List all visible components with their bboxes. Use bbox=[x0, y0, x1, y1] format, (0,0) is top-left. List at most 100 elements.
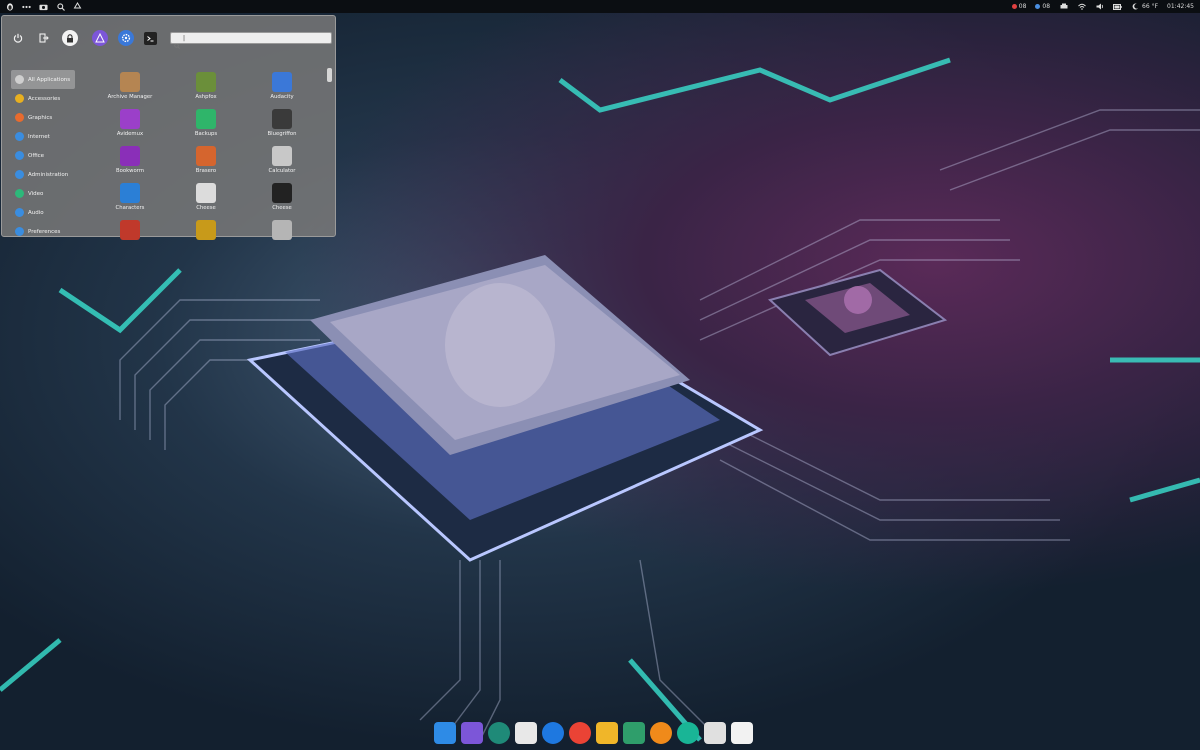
app-store-icon[interactable] bbox=[92, 30, 108, 46]
files-icon[interactable] bbox=[434, 722, 456, 744]
app-launcher[interactable]: Bookworm bbox=[92, 146, 168, 183]
weather-text: 66 °F bbox=[1142, 3, 1159, 10]
network-icon[interactable] bbox=[1077, 2, 1086, 11]
screenshot-icon[interactable] bbox=[39, 2, 48, 11]
category-label: Audio bbox=[28, 209, 44, 216]
app-launcher[interactable] bbox=[244, 220, 320, 257]
category-office[interactable]: Office bbox=[11, 146, 75, 165]
app-launcher[interactable] bbox=[168, 220, 244, 257]
category-internet[interactable]: Internet bbox=[11, 127, 75, 146]
category-list: All Applications Accessories Graphics Inter… bbox=[11, 70, 75, 241]
text-editor-icon[interactable] bbox=[515, 722, 537, 744]
app-launcher[interactable]: Cheese bbox=[244, 183, 320, 220]
app-launcher[interactable]: Archive Manager bbox=[92, 72, 168, 109]
memory-indicator-value: 08 bbox=[1042, 3, 1051, 10]
app-label: Cheese bbox=[196, 205, 216, 211]
power-icon[interactable] bbox=[10, 30, 26, 46]
moon-icon bbox=[1131, 2, 1140, 11]
application-menu: All Applications Accessories Graphics Inter… bbox=[1, 15, 336, 240]
clock[interactable]: 01:42:45 bbox=[1167, 3, 1194, 10]
app-label: Bookworm bbox=[116, 168, 144, 174]
app-launcher[interactable]: Brasero bbox=[168, 146, 244, 183]
trash-icon[interactable] bbox=[731, 722, 753, 744]
recycle-icon[interactable] bbox=[73, 2, 82, 11]
avidemux-icon bbox=[120, 109, 140, 129]
app-label: Backups bbox=[194, 131, 218, 137]
top-panel: 08 08 66 °F 01:42:45 bbox=[0, 0, 1200, 13]
search-icon[interactable] bbox=[56, 2, 65, 11]
app-launcher[interactable]: Cheese bbox=[168, 183, 244, 220]
volume-icon[interactable] bbox=[1095, 2, 1104, 11]
category-administration[interactable]: Administration bbox=[11, 165, 75, 184]
app-launcher[interactable]: Audacity bbox=[244, 72, 320, 109]
workspaces-icon[interactable] bbox=[22, 2, 31, 11]
category-audio[interactable]: Audio bbox=[11, 203, 75, 222]
weather-indicator[interactable]: 66 °F bbox=[1131, 2, 1158, 11]
web-globe-icon[interactable] bbox=[488, 722, 510, 744]
firefox-icon[interactable] bbox=[650, 722, 672, 744]
app-label: Calculator bbox=[268, 168, 296, 174]
category-all-apps[interactable]: All Applications bbox=[11, 70, 75, 89]
film-app-icon bbox=[196, 220, 216, 240]
settings-icon[interactable] bbox=[118, 30, 134, 46]
category-label: Office bbox=[28, 152, 45, 159]
category-label: Accessories bbox=[28, 95, 61, 102]
logout-icon[interactable] bbox=[36, 30, 52, 46]
app-launcher[interactable]: Calculator bbox=[244, 146, 320, 183]
application-grid: Archive Manager Ashpfox Audacity Avidemux Ba… bbox=[92, 72, 320, 257]
cpu-indicator-icon bbox=[1011, 4, 1017, 9]
app-launcher[interactable]: Avidemux bbox=[92, 109, 168, 146]
printer-icon[interactable] bbox=[1059, 2, 1068, 11]
terminal-icon[interactable] bbox=[144, 31, 157, 45]
cheese-icon bbox=[196, 183, 216, 203]
chrome-icon[interactable] bbox=[569, 722, 591, 744]
dock bbox=[434, 722, 753, 744]
calculator-icon bbox=[272, 146, 292, 166]
layers-icon[interactable] bbox=[623, 722, 645, 744]
graphics-icon bbox=[15, 113, 24, 122]
battery-icon[interactable] bbox=[1113, 2, 1122, 11]
app-label: Brasero bbox=[195, 168, 217, 174]
administration-icon bbox=[15, 170, 24, 179]
characters-icon bbox=[120, 183, 140, 203]
category-preferences[interactable]: Preferences bbox=[11, 222, 75, 241]
category-accessories[interactable]: Accessories bbox=[11, 89, 75, 108]
brasero-icon bbox=[196, 146, 216, 166]
menu-toolbar bbox=[10, 30, 157, 46]
app-launcher[interactable]: Characters bbox=[92, 183, 168, 220]
accessories-icon bbox=[15, 94, 24, 103]
category-video[interactable]: Video bbox=[11, 184, 75, 203]
all-apps-icon bbox=[15, 75, 24, 84]
app-launcher[interactable]: Backups bbox=[168, 109, 244, 146]
category-label: Preferences bbox=[28, 228, 61, 235]
distro-logo-icon[interactable] bbox=[5, 2, 14, 11]
category-label: Graphics bbox=[28, 114, 53, 121]
app-launcher[interactable]: Bluegriffon bbox=[244, 109, 320, 146]
preferences-icon bbox=[15, 227, 24, 236]
app-launcher[interactable]: Ashpfox bbox=[168, 72, 244, 109]
mail-icon[interactable] bbox=[596, 722, 618, 744]
backups-icon bbox=[196, 109, 216, 129]
memory-indicator[interactable]: 08 bbox=[1035, 3, 1050, 10]
lock-icon[interactable] bbox=[62, 30, 78, 46]
media-player-icon[interactable] bbox=[677, 722, 699, 744]
cpu-indicator[interactable]: 08 bbox=[1011, 3, 1027, 10]
category-label: All Applications bbox=[28, 76, 71, 83]
app-launcher[interactable] bbox=[92, 220, 168, 257]
cpu-indicator-value: 08 bbox=[1018, 3, 1027, 10]
document-app-icon bbox=[272, 220, 292, 240]
audacity-icon bbox=[272, 72, 292, 92]
menu-scrollbar[interactable] bbox=[327, 68, 332, 82]
ashpfox-icon bbox=[196, 72, 216, 92]
share-icon[interactable] bbox=[542, 722, 564, 744]
mail-app-icon bbox=[120, 220, 140, 240]
speaker-icon[interactable] bbox=[704, 722, 726, 744]
app-store-icon[interactable] bbox=[461, 722, 483, 744]
bookworm-icon bbox=[120, 146, 140, 166]
app-label: Ashpfox bbox=[195, 94, 217, 100]
category-graphics[interactable]: Graphics bbox=[11, 108, 75, 127]
category-label: Administration bbox=[28, 171, 69, 178]
internet-icon bbox=[15, 132, 24, 141]
menu-search-input[interactable] bbox=[170, 32, 332, 44]
app-label: Bluegriffon bbox=[267, 131, 297, 137]
